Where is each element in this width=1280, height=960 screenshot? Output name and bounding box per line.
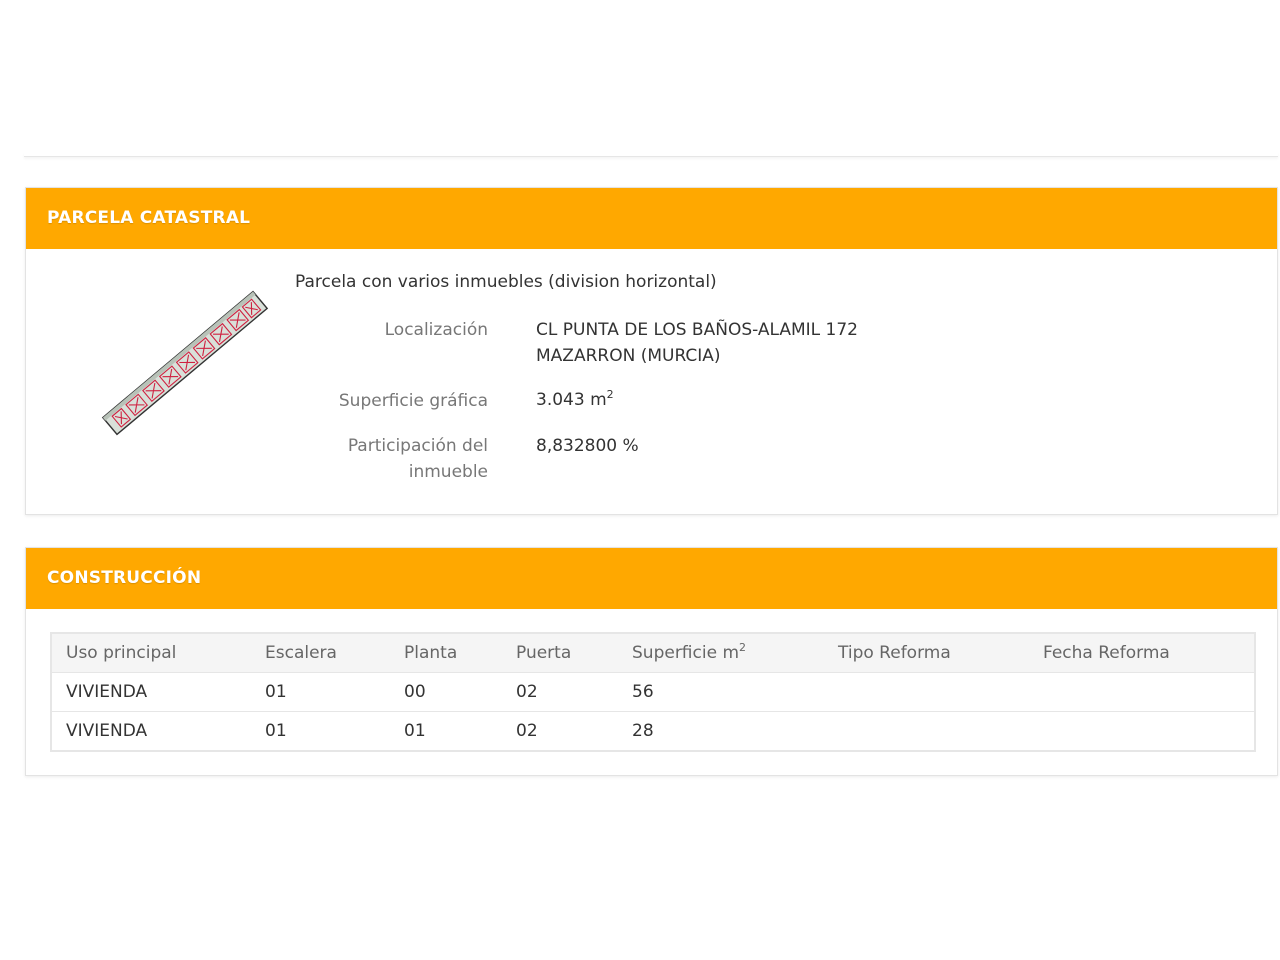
localizacion-line1: CL PUNTA DE LOS BAÑOS-ALAMIL 172 (536, 320, 858, 340)
cell-uso: VIVIENDA (52, 711, 251, 750)
cell-tipo-reforma (824, 672, 1029, 712)
col-superficie-sup: 2 (739, 641, 747, 654)
localizacion-label: Localización (384, 320, 488, 340)
top-divider (24, 152, 1278, 157)
cell-planta: 00 (390, 672, 502, 712)
cell-superficie: 28 (618, 711, 824, 750)
col-escalera: Escalera (265, 643, 337, 663)
construccion-table-wrap: Uso principal Escalera Planta Puerta Sup… (50, 632, 1256, 752)
cell-uso: VIVIENDA (52, 672, 251, 712)
col-planta: Planta (404, 643, 458, 663)
col-superficie: Superficie m2 (618, 634, 824, 673)
cell-superficie: 56 (618, 672, 824, 712)
construccion-panel: CONSTRUCCIÓN Uso principal Escalera Plan… (25, 547, 1278, 776)
cell-fecha-reforma (1029, 711, 1254, 750)
parcela-panel: PARCELA CATASTRAL Parcela con varios inm… (25, 187, 1278, 515)
cell-puerta: 02 (502, 711, 618, 750)
construccion-table: Uso principal Escalera Planta Puerta Sup… (52, 634, 1254, 750)
col-tipo-reforma: Tipo Reforma (838, 643, 951, 663)
cell-escalera: 01 (251, 711, 390, 750)
table-row: VIVIENDA 01 01 02 28 (52, 711, 1254, 750)
superficie-value-text: 3.043 m (536, 390, 607, 410)
participacion-value: 8,832800 % (536, 436, 639, 456)
col-uso-principal: Uso principal (66, 643, 177, 663)
superficie-unit-sup: 2 (606, 388, 614, 401)
localizacion-line2: MAZARRON (MURCIA) (536, 346, 721, 366)
parcela-tipo: Parcela con varios inmuebles (division h… (295, 272, 717, 292)
col-superficie-text: Superficie m (632, 643, 740, 663)
cell-fecha-reforma (1029, 672, 1254, 712)
superficie-label: Superficie gráfica (338, 391, 488, 411)
localizacion-value: CL PUNTA DE LOS BAÑOS-ALAMIL 172 MAZARRO… (536, 317, 858, 369)
cell-planta: 01 (390, 711, 502, 750)
participacion-label: Participación del inmueble (288, 433, 488, 485)
cell-puerta: 02 (502, 672, 618, 712)
cell-escalera: 01 (251, 672, 390, 712)
table-row: VIVIENDA 01 00 02 56 (52, 672, 1254, 712)
participacion-label-line2: inmueble (408, 462, 488, 482)
parcel-plan-icon (101, 290, 269, 436)
parcela-header: PARCELA CATASTRAL (26, 188, 1277, 249)
col-fecha-reforma: Fecha Reforma (1043, 643, 1170, 663)
table-header-row: Uso principal Escalera Planta Puerta Sup… (52, 634, 1254, 673)
col-puerta: Puerta (516, 643, 572, 663)
construccion-header: CONSTRUCCIÓN (26, 548, 1277, 609)
cell-tipo-reforma (824, 711, 1029, 750)
superficie-value: 3.043 m2 (536, 387, 614, 413)
participacion-label-line1: Participación del (347, 436, 488, 456)
